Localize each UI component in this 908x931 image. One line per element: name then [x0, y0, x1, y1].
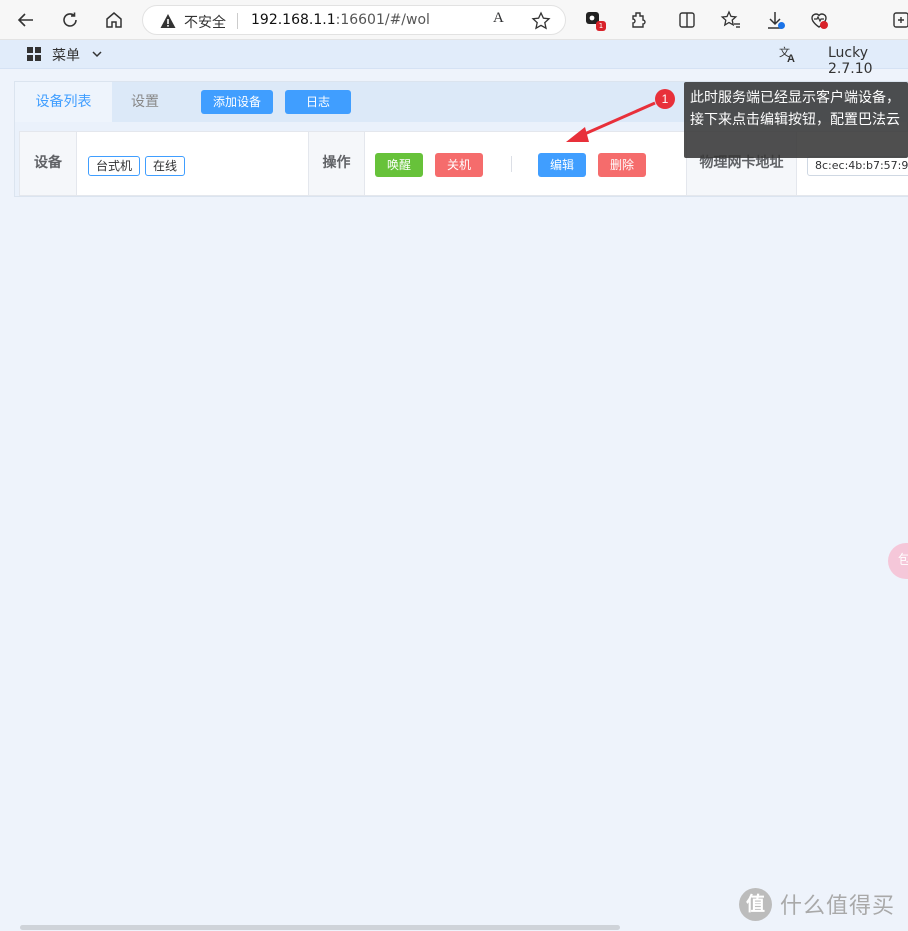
url-text: 192.168.1.1:16601/#/wol [251, 12, 430, 28]
tab-settings[interactable]: 设置 [112, 82, 178, 122]
performance-heart-icon[interactable] [808, 9, 830, 31]
shutdown-button[interactable]: 关机 [435, 153, 483, 177]
address-bar[interactable]: 不安全 192.168.1.1:16601/#/wol A [142, 5, 566, 35]
warning-icon [160, 14, 176, 28]
favorite-star-icon[interactable] [531, 11, 551, 31]
log-button[interactable]: 日志 [285, 90, 351, 114]
svg-text:A: A [787, 53, 795, 64]
device-cell: 台式机 在线 [76, 132, 308, 195]
split-screen-icon[interactable] [676, 9, 698, 31]
extension-badge: 1 [596, 21, 606, 31]
annotation-tooltip: 此时服务端已经显示客户端设备，接下来点击编辑按钮，配置巴法云 [684, 82, 908, 158]
tab-device-list[interactable]: 设备列表 [15, 82, 112, 122]
add-tab-icon[interactable] [892, 9, 908, 31]
watermark: 值 什么值得买 [739, 887, 895, 921]
browser-toolbar: 不安全 192.168.1.1:16601/#/wol A 1 [0, 0, 908, 40]
home-icon[interactable] [102, 8, 126, 32]
performance-badge [820, 21, 828, 29]
watermark-text: 什么值得买 [780, 894, 896, 919]
extensions-puzzle-icon[interactable] [628, 9, 650, 31]
downloads-icon[interactable] [764, 9, 786, 31]
menu-grid-icon[interactable] [27, 47, 41, 61]
app-header: 菜单 文A Lucky 2.7.10 [0, 40, 908, 77]
extension-app-icon[interactable]: 1 [584, 9, 606, 31]
url-host: 192.168.1.1 [251, 12, 336, 28]
delete-button[interactable]: 删除 [598, 153, 646, 177]
ops-divider [511, 156, 512, 172]
url-path: :16601/#/wol [335, 12, 430, 28]
horizontal-scrollbar[interactable] [20, 925, 620, 930]
ops-cell: 唤醒 关机 编辑 删除 [364, 132, 686, 195]
insecure-label: 不安全 [184, 15, 226, 31]
chevron-down-icon[interactable] [90, 47, 104, 61]
refresh-icon[interactable] [58, 8, 82, 32]
main-content: 设备列表 设置 添加设备 日志 设备 台式机 在线 操作 唤醒 关机 编辑 删除… [0, 69, 908, 931]
edit-button[interactable]: 编辑 [538, 153, 586, 177]
device-status-tag: 在线 [145, 156, 186, 176]
device-name-tag: 台式机 [88, 156, 141, 176]
translate-icon[interactable]: 文A [778, 44, 798, 64]
back-icon[interactable] [14, 8, 38, 32]
add-device-button[interactable]: 添加设备 [201, 90, 273, 114]
ops-label: 操作 [308, 132, 364, 195]
watermark-logo: 值 [739, 887, 772, 921]
annotation-number: 1 [655, 89, 675, 109]
favorites-icon[interactable] [720, 9, 742, 31]
read-aloud-icon[interactable]: A [493, 10, 513, 30]
device-label: 设备 [20, 132, 76, 195]
wake-button[interactable]: 唤醒 [375, 153, 423, 177]
menu-label[interactable]: 菜单 [52, 45, 80, 65]
address-separator [237, 13, 238, 29]
mac-value-tag: 8c:ec:4b:b7:57:9a [807, 156, 908, 176]
download-badge [778, 22, 785, 29]
